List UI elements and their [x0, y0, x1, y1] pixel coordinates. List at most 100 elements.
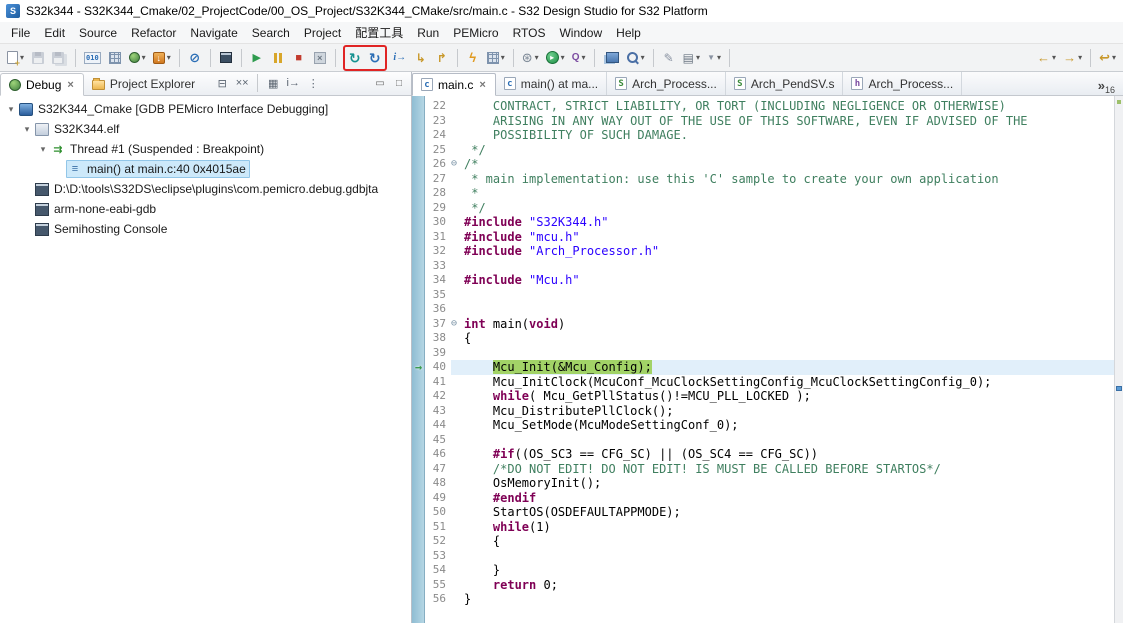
- code-line-51[interactable]: 51 while(1): [425, 519, 1114, 534]
- dropdown-caret-icon[interactable]: ▾: [1112, 53, 1116, 62]
- line-number[interactable]: 48: [425, 476, 451, 491]
- tree-item-main-at-main-c-40-0x4015ae[interactable]: ≡ main() at main.c:40 0x4015ae: [0, 159, 411, 179]
- editor-tab-arch-process[interactable]: S Arch_Process...: [607, 72, 726, 95]
- line-number[interactable]: 49: [425, 490, 451, 505]
- editor-tab-arch-process[interactable]: h Arch_Process...: [843, 72, 963, 95]
- code-line-39[interactable]: 39: [425, 345, 1114, 360]
- line-number[interactable]: 44: [425, 418, 451, 433]
- tree-item-arm-none-eabi-gdb[interactable]: arm-none-eabi-gdb: [0, 199, 411, 219]
- tree-item-d-d-tools-s32ds-eclipse-plugins-com-pemi[interactable]: D:\D:\tools\S32DS\eclipse\plugins\com.pe…: [0, 179, 411, 199]
- code-line-26[interactable]: 26 ⊖/*: [425, 157, 1114, 172]
- menu-refactor[interactable]: Refactor: [124, 24, 183, 42]
- binary-utilities-button[interactable]: 010: [81, 47, 104, 69]
- menu-pemicro[interactable]: PEMicro: [446, 24, 505, 42]
- code-line-25[interactable]: 25 */: [425, 142, 1114, 157]
- menu-rtos[interactable]: RTOS: [506, 24, 553, 42]
- code-line-40[interactable]: → 40 Mcu_Init(&Mcu_Config);: [415, 360, 1114, 375]
- code-line-41[interactable]: 41 Mcu_InitClock(McuConf_McuClockSetting…: [425, 374, 1114, 389]
- line-number[interactable]: 37: [425, 316, 451, 331]
- dropdown-caret-icon[interactable]: ▾: [717, 53, 721, 62]
- dropdown-caret-icon[interactable]: ▾: [501, 53, 505, 62]
- dropdown-caret-icon[interactable]: ▾: [1052, 53, 1056, 62]
- code-line-28[interactable]: 28 *: [425, 186, 1114, 201]
- collapse-all-button[interactable]: ⊟: [213, 74, 231, 92]
- remove-all-terminated-button[interactable]: ××: [233, 74, 251, 92]
- fold-marker-icon[interactable]: ⊖: [451, 317, 464, 332]
- code-line-35[interactable]: 35: [425, 287, 1114, 302]
- fold-marker-icon[interactable]: ⊖: [451, 157, 464, 172]
- menu-edit[interactable]: Edit: [37, 24, 72, 42]
- line-number[interactable]: 33: [425, 258, 451, 273]
- line-number[interactable]: 23: [425, 113, 451, 128]
- expander-icon[interactable]: ▾: [36, 144, 50, 155]
- line-number[interactable]: 26: [425, 157, 451, 172]
- code-line-37[interactable]: 37 ⊖ int main(void): [425, 316, 1114, 332]
- save-all-button[interactable]: [49, 47, 70, 69]
- menu-source[interactable]: Source: [72, 24, 124, 42]
- open-element-button[interactable]: [600, 47, 622, 69]
- line-number[interactable]: 41: [425, 374, 451, 389]
- code-line-54[interactable]: 54 }: [425, 563, 1114, 578]
- menu-help[interactable]: Help: [609, 24, 648, 42]
- dropdown-caret-icon[interactable]: ▾: [561, 53, 565, 62]
- pemicro-restart-run-button[interactable]: ↻: [365, 47, 385, 69]
- line-number[interactable]: 34: [425, 273, 451, 288]
- code-line-45[interactable]: 45: [425, 432, 1114, 447]
- menu-project[interactable]: Project: [297, 24, 348, 42]
- back-button[interactable]: ← ▾: [1034, 47, 1059, 69]
- line-number[interactable]: 28: [425, 186, 451, 201]
- maximize-button[interactable]: □: [391, 75, 407, 91]
- code-line-56[interactable]: 56}: [425, 592, 1114, 607]
- editor-tab-arch-pendsv-s[interactable]: S Arch_PendSV.s: [726, 72, 844, 95]
- suspend-button[interactable]: [268, 47, 288, 69]
- code-line-48[interactable]: 48 OsMemoryInit();: [425, 476, 1114, 491]
- code-line-50[interactable]: 50 StartOS(OSDEFAULTAPPMODE);: [425, 505, 1114, 520]
- line-number[interactable]: 46: [425, 447, 451, 462]
- line-number[interactable]: 29: [425, 200, 451, 215]
- dropdown-caret-icon[interactable]: ▾: [696, 53, 700, 62]
- memory-monitor-button[interactable]: ▾: [484, 47, 508, 69]
- filters-button[interactable]: ▼ ▾: [704, 47, 724, 69]
- save-button[interactable]: [28, 47, 48, 69]
- dropdown-caret-icon[interactable]: ▾: [167, 53, 171, 62]
- dropdown-caret-icon[interactable]: ▾: [20, 53, 24, 62]
- external-tools-button[interactable]: ⊛ ▾: [519, 47, 542, 69]
- line-number[interactable]: 42: [425, 389, 451, 404]
- line-number[interactable]: 52: [425, 534, 451, 549]
- expander-icon[interactable]: ▾: [20, 124, 34, 135]
- code-line-34[interactable]: 34 #include "Mcu.h": [425, 273, 1114, 288]
- menu-search[interactable]: Search: [245, 24, 297, 42]
- line-number[interactable]: 51: [425, 519, 451, 534]
- code-line-36[interactable]: 36: [425, 302, 1114, 317]
- tree-node[interactable]: D:\D:\tools\S32DS\eclipse\plugins\com.pe…: [34, 180, 381, 198]
- tree-node[interactable]: S32K344.elf: [34, 120, 122, 138]
- code-line-22[interactable]: 22 CONTRACT, STRICT LIABILITY, OR TORT (…: [425, 99, 1114, 114]
- line-number[interactable]: 56: [425, 592, 451, 607]
- skip-all-breakpoints-button[interactable]: ⊘: [185, 47, 205, 69]
- new-wizard-button[interactable]: ▾: [4, 47, 27, 69]
- disconnect-button[interactable]: ×: [310, 47, 330, 69]
- debug-tree[interactable]: ▾ S32K344_Cmake [GDB PEMicro Interface De…: [0, 96, 411, 623]
- run-button[interactable]: ▸ ▾: [543, 47, 568, 69]
- forward-button[interactable]: → ▾: [1060, 47, 1085, 69]
- line-number[interactable]: 39: [425, 345, 451, 360]
- line-number[interactable]: 35: [425, 287, 451, 302]
- line-number[interactable]: 38: [425, 331, 451, 346]
- last-edit-location-button[interactable]: ↩ ▾: [1096, 47, 1119, 69]
- tree-node[interactable]: arm-none-eabi-gdb: [34, 200, 159, 218]
- code-line-52[interactable]: 52 {: [425, 534, 1114, 549]
- mark-occurrences-button[interactable]: ▤ ▾: [680, 47, 703, 69]
- line-number[interactable]: 47: [425, 461, 451, 476]
- view-memory-button[interactable]: [105, 47, 125, 69]
- close-icon[interactable]: ×: [66, 79, 74, 91]
- dropdown-caret-icon[interactable]: ▾: [535, 53, 539, 62]
- code-line-23[interactable]: 23 ARISING IN ANY WAY OUT OF THE USE OF …: [425, 113, 1114, 128]
- menu-item-7[interactable]: 配置工具: [348, 22, 410, 43]
- tab-overflow-chevron[interactable]: » 16: [1098, 76, 1123, 95]
- dropdown-caret-icon[interactable]: ▾: [142, 53, 146, 62]
- tree-node[interactable]: ⇉ Thread #1 (Suspended : Breakpoint): [50, 140, 267, 158]
- instruction-stepping-mode-button[interactable]: i→: [284, 74, 302, 92]
- view-tab-project-explorer[interactable]: Project Explorer: [84, 72, 203, 95]
- view-tab-debug[interactable]: Debug ×: [0, 73, 84, 96]
- code-line-44[interactable]: 44 Mcu_SetMode(McuModeSettingConf_0);: [425, 418, 1114, 433]
